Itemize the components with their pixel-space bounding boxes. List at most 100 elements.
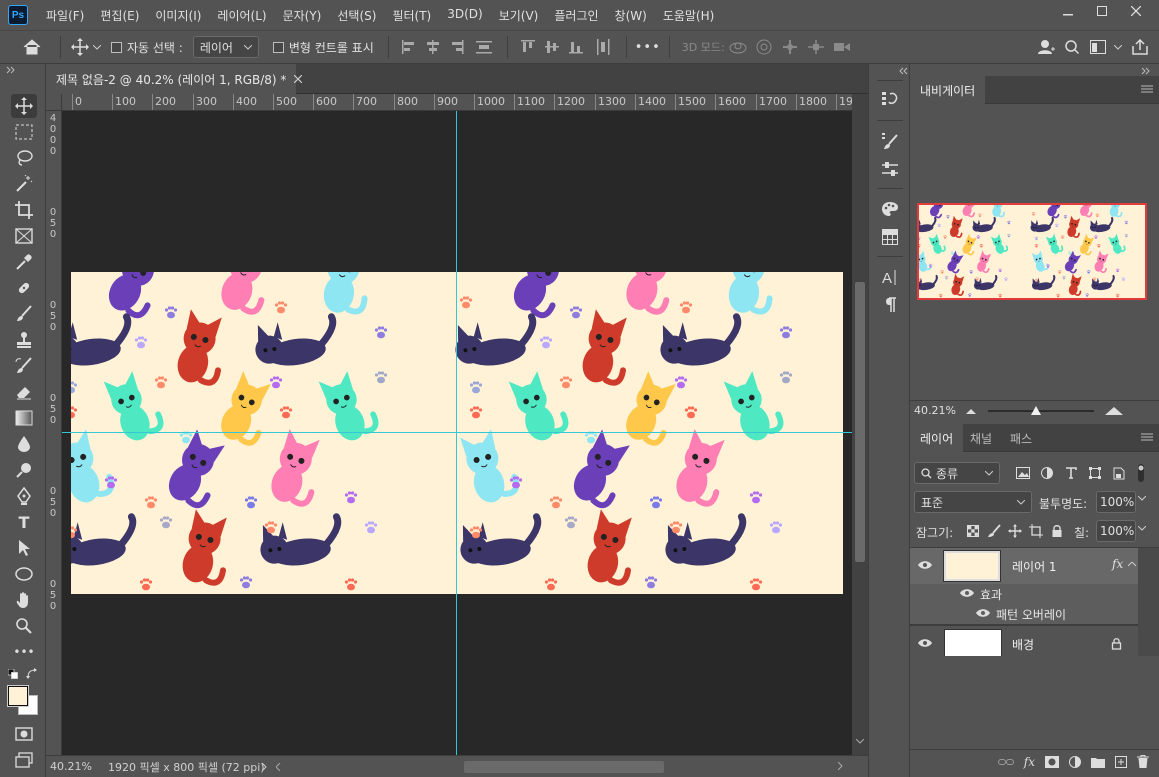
zoom-slider-knob[interactable] xyxy=(1031,405,1042,415)
filter-pixel-icon[interactable] xyxy=(1014,464,1032,482)
effects-eye-icon[interactable] xyxy=(960,588,976,600)
layer-row-layer1[interactable]: 레이어 1 fx xyxy=(910,548,1138,584)
chevron-down-icon[interactable] xyxy=(91,32,103,62)
background-layer-name[interactable]: 배경 xyxy=(1012,636,1034,653)
opacity-input[interactable]: 100% xyxy=(1096,491,1136,513)
move-tool[interactable] xyxy=(11,94,37,118)
maximize-button[interactable] xyxy=(1085,0,1119,22)
new-layer-icon[interactable] xyxy=(1115,755,1127,768)
swap-colors-icon[interactable] xyxy=(26,668,38,680)
zoom-in-icon[interactable] xyxy=(1104,406,1124,416)
scroll-down-icon[interactable] xyxy=(856,739,864,744)
workspace-icon[interactable] xyxy=(1085,32,1111,62)
effects-collapse-chevron-icon[interactable] xyxy=(1128,562,1136,567)
align-top-icon[interactable] xyxy=(516,32,540,62)
magic-wand-tool[interactable] xyxy=(11,172,37,196)
roll-3d-icon[interactable] xyxy=(751,32,777,62)
horizontal-scrollbar-thumb[interactable] xyxy=(464,761,664,773)
swatches-grid-icon[interactable] xyxy=(879,226,901,248)
quick-mask-icon[interactable] xyxy=(11,722,37,746)
layers-panel-menu-icon[interactable] xyxy=(1141,432,1153,442)
canvas-pasteboard[interactable] xyxy=(62,111,852,755)
menu-window[interactable]: 창(W) xyxy=(607,7,655,24)
type-tool[interactable]: T xyxy=(11,510,37,534)
menu-plugins[interactable]: 플러그인 xyxy=(546,7,606,24)
scroll-right-icon[interactable] xyxy=(838,762,843,770)
panel-menu-icon[interactable] xyxy=(1141,84,1153,94)
add-mask-icon[interactable] xyxy=(1045,755,1059,768)
auto-select-checkbox[interactable]: 자동 선택 : xyxy=(111,39,183,56)
vertical-scrollbar[interactable] xyxy=(852,94,868,755)
ellipse-tool[interactable] xyxy=(11,562,37,586)
color-palette-icon[interactable] xyxy=(879,198,901,220)
more-tools-icon[interactable]: ••• xyxy=(11,640,37,664)
tab-layers[interactable]: 레이어 xyxy=(910,424,964,452)
pattern-overlay-row[interactable]: 패턴 오버레이 xyxy=(910,604,1138,624)
document-info[interactable]: 1920 픽셀 x 800 픽셀 (72 ppi) xyxy=(102,759,265,775)
align-center-icon[interactable] xyxy=(421,32,445,62)
add-layer-style-fx-icon[interactable]: fx xyxy=(1024,755,1035,769)
filter-type-icon[interactable] xyxy=(1062,464,1080,482)
document-tab[interactable]: 제목 없음-2 @ 40.2% (레이어 1, RGB/8) * xyxy=(46,64,303,94)
layer-filter-dropdown[interactable]: 종류 xyxy=(914,462,1000,484)
menu-layer[interactable]: 레이어(L) xyxy=(209,7,274,24)
crop-tool[interactable] xyxy=(11,198,37,222)
background-eye-icon[interactable] xyxy=(918,638,934,650)
pattern-overlay-eye-icon[interactable] xyxy=(976,608,992,620)
eraser-tool[interactable] xyxy=(11,380,37,404)
layer-effects-row[interactable]: 효과 xyxy=(910,584,1138,604)
stamp-tool[interactable] xyxy=(11,328,37,352)
default-colors-icon[interactable] xyxy=(8,669,18,679)
move-tool-icon[interactable] xyxy=(69,32,91,62)
filter-adjustment-icon[interactable] xyxy=(1038,464,1056,482)
lock-transparent-pixels-icon[interactable] xyxy=(965,523,981,539)
status-expand-chevron-icon[interactable] xyxy=(262,762,276,771)
fill-input[interactable]: 100% xyxy=(1096,520,1136,542)
vertical-scrollbar-thumb[interactable] xyxy=(855,282,865,562)
layers-scrollbar[interactable] xyxy=(1138,548,1159,656)
layer-effects-fx-icon[interactable]: fx xyxy=(1112,557,1123,571)
menu-filter[interactable]: 필터(T) xyxy=(384,7,439,24)
distribute-horizontal-icon[interactable] xyxy=(588,32,618,62)
blend-mode-dropdown[interactable]: 표준 xyxy=(914,491,1032,513)
align-right-icon[interactable] xyxy=(445,32,469,62)
menu-select[interactable]: 선택(S) xyxy=(329,7,384,24)
workspace-chevron-icon[interactable] xyxy=(1111,32,1125,62)
search-icon[interactable] xyxy=(1059,32,1085,62)
menu-help[interactable]: 도움말(H) xyxy=(655,7,723,24)
navigator-zoom-value[interactable]: 40.21% xyxy=(910,404,964,417)
opacity-chevron-icon[interactable] xyxy=(1138,496,1146,501)
distribute-vertical-icon[interactable] xyxy=(469,32,499,62)
visibility-eye-icon[interactable] xyxy=(918,560,934,572)
status-zoom[interactable]: 40.21% xyxy=(46,760,102,773)
home-icon[interactable] xyxy=(12,32,52,62)
tab-navigator[interactable]: 내비게이터 xyxy=(910,76,986,104)
pen-tool[interactable] xyxy=(11,484,37,508)
show-transform-controls-checkbox[interactable]: 변형 컨트롤 표시 xyxy=(272,39,374,56)
fill-chevron-icon[interactable] xyxy=(1138,526,1146,531)
right-collapse-chevron-icon[interactable] xyxy=(1141,67,1151,75)
lock-all-icon[interactable] xyxy=(1049,523,1065,539)
zoom-out-icon[interactable] xyxy=(964,407,978,415)
foreground-color-swatch[interactable] xyxy=(7,685,29,707)
horizontal-guide[interactable] xyxy=(62,432,852,433)
vertical-ruler[interactable]: 4 0 0 0 0 5 0 0 5 0 0 5 0 0 5 0 0 5 0 xyxy=(46,111,62,755)
minimize-button[interactable] xyxy=(1051,0,1085,22)
healing-brush-tool[interactable] xyxy=(11,276,37,300)
zoom-tool[interactable] xyxy=(11,614,37,638)
history-panel-icon[interactable] xyxy=(879,88,901,110)
more-options-button[interactable]: ••• xyxy=(635,32,661,62)
filter-smart-object-icon[interactable] xyxy=(1110,464,1128,482)
eyedropper-tool[interactable] xyxy=(11,250,37,274)
vertical-guide[interactable] xyxy=(456,111,457,755)
adjustments-sliders-icon[interactable] xyxy=(879,158,901,180)
menu-type[interactable]: 문자(Y) xyxy=(275,7,330,24)
hand-tool[interactable] xyxy=(11,588,37,612)
pan-3d-icon[interactable] xyxy=(777,32,803,62)
gradient-tool[interactable] xyxy=(11,406,37,430)
close-tab-icon[interactable] xyxy=(294,75,303,83)
brush-settings-icon[interactable] xyxy=(879,130,901,152)
paragraph-panel-icon[interactable] xyxy=(879,294,901,316)
blur-tool[interactable] xyxy=(11,432,37,456)
lock-position-icon[interactable] xyxy=(1007,523,1023,539)
